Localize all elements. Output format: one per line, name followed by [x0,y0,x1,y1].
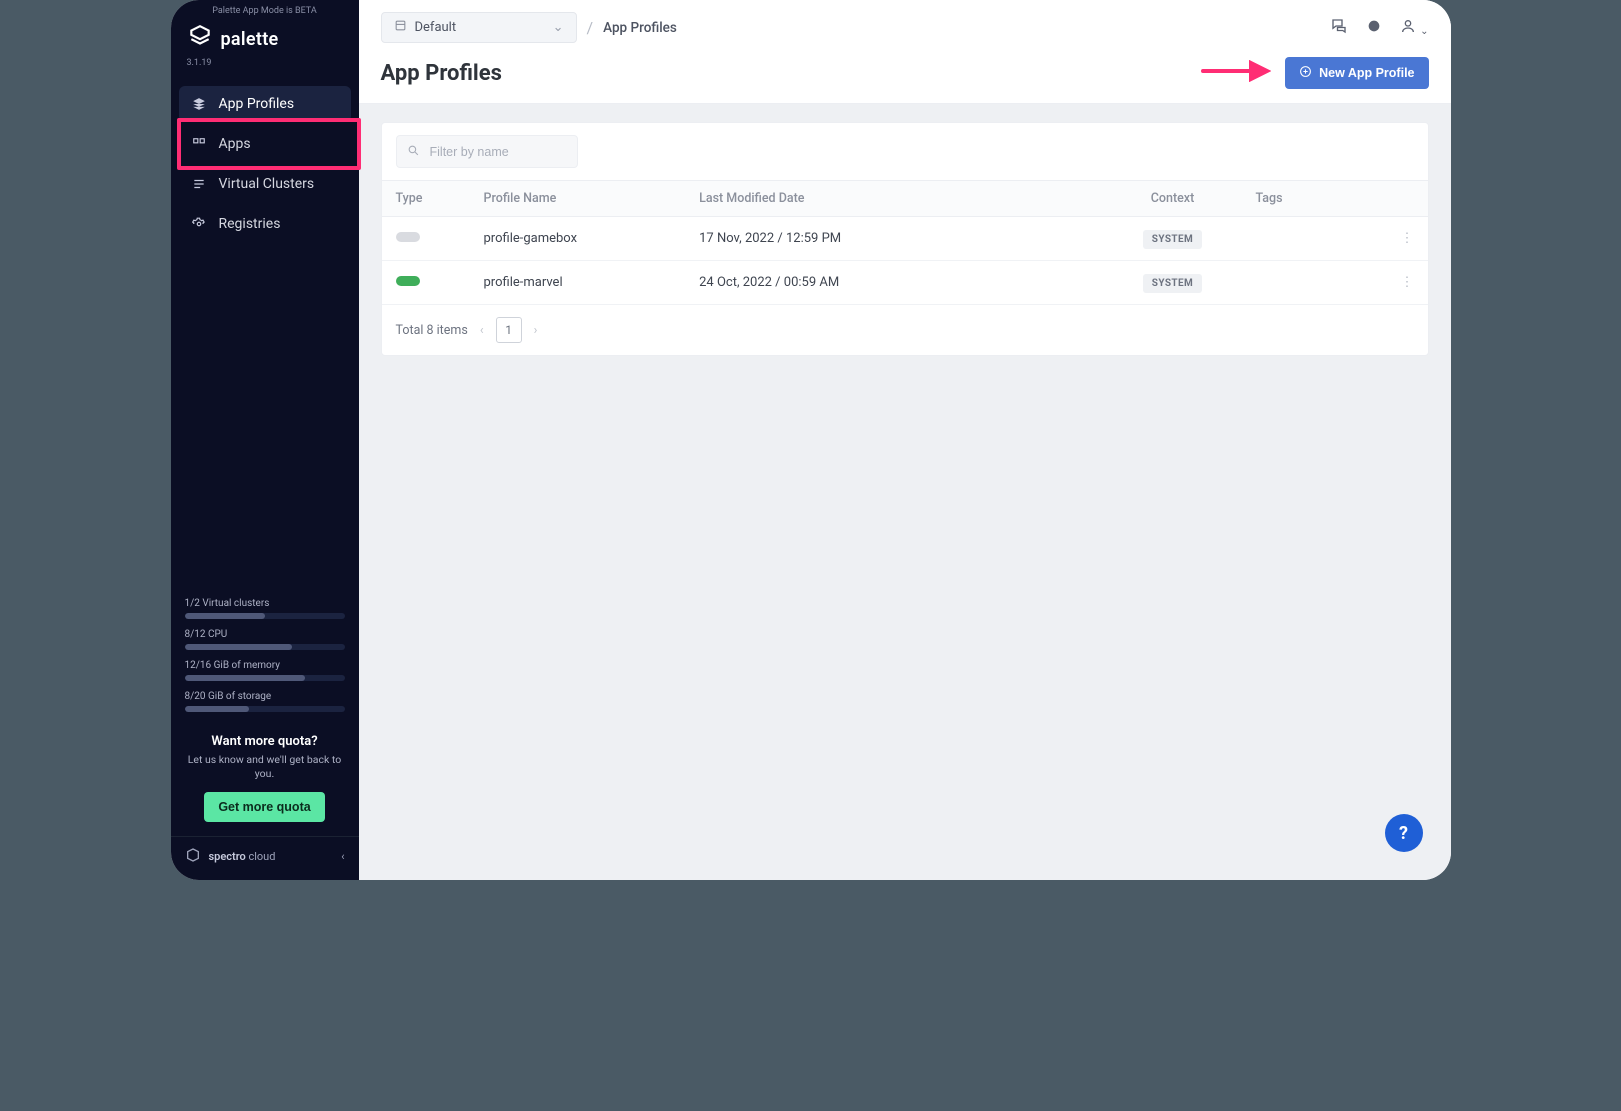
foot-brand-strong: spectro [209,850,246,863]
sidebar-item-label: Registries [219,216,281,232]
col-context[interactable]: Context [1104,181,1242,217]
beta-label: Palette App Mode is BETA [171,0,359,18]
annotation-arrow [1201,60,1271,86]
star-icon[interactable] [1366,18,1382,38]
sidebar-item-label: Apps [219,136,251,152]
sidebar-item-virtual-clusters[interactable]: Virtual Clusters [179,166,351,202]
quota-virtual-clusters: 1/2 Virtual clusters [185,598,345,619]
org-icon [394,19,407,36]
foot-brand-light: cloud [248,850,275,863]
user-menu[interactable]: ⌄ [1400,18,1428,38]
sidebar-item-label: Virtual Clusters [219,176,315,192]
modified-date: 17 Nov, 2022 / 12:59 PM [685,217,1103,261]
sidebar-item-registries[interactable]: Registries [179,206,351,242]
sidebar-item-label: App Profiles [219,96,295,112]
stack-icon [191,96,207,112]
search-icon [407,142,420,161]
chat-icon[interactable] [1330,17,1348,39]
table-row[interactable]: profile-gamebox 17 Nov, 2022 / 12:59 PM … [382,217,1428,261]
col-type[interactable]: Type [382,181,470,217]
apps-icon [191,136,207,152]
context-badge: SYSTEM [1143,230,1202,249]
version-label: 3.1.19 [171,56,359,80]
page-number[interactable]: 1 [496,317,522,343]
search-filter[interactable] [396,135,578,168]
profile-name: profile-gamebox [470,217,686,261]
search-input[interactable] [428,144,567,160]
collapse-sidebar-icon[interactable]: ‹ [341,850,344,863]
table-row[interactable]: profile-marvel 24 Oct, 2022 / 00:59 AM S… [382,261,1428,305]
new-app-profile-button[interactable]: New App Profile [1285,57,1428,89]
pagination-total: Total 8 items [396,323,468,338]
spectro-logo-icon [185,847,201,866]
page-title: App Profiles [381,61,502,86]
context-badge: SYSTEM [1143,274,1202,293]
more-quota-desc: Let us know and we'll get back to you. [181,753,349,782]
type-icon [396,232,420,242]
more-quota-title: Want more quota? [181,734,349,749]
col-tags[interactable]: Tags [1242,181,1360,217]
profile-name: profile-marvel [470,261,686,305]
project-selector-value: Default [415,20,457,35]
list-icon [191,176,207,192]
breadcrumb-sep: / [587,18,594,37]
modified-date: 24 Oct, 2022 / 00:59 AM [685,261,1103,305]
get-more-quota-button[interactable]: Get more quota [204,792,324,822]
next-page-icon[interactable]: › [534,323,538,338]
sidebar-item-app-profiles[interactable]: App Profiles [179,86,351,122]
prev-page-icon[interactable]: ‹ [480,323,484,338]
quota-cpu: 8/12 CPU [185,629,345,650]
palette-logo-icon [187,24,213,54]
plus-circle-icon [1299,65,1312,81]
col-name[interactable]: Profile Name [470,181,686,217]
row-actions-icon[interactable]: ⋮ [1360,261,1428,305]
gear-icon [191,216,207,232]
breadcrumb-current: App Profiles [603,20,677,36]
project-selector[interactable]: Default ⌄ [381,12,577,43]
chevron-down-icon: ⌄ [553,20,564,35]
row-actions-icon[interactable]: ⋮ [1360,217,1428,261]
brand-name: palette [221,29,279,50]
sidebar-item-apps[interactable]: Apps [179,126,351,162]
col-date[interactable]: Last Modified Date [685,181,1103,217]
help-button[interactable]: ? [1385,814,1423,852]
quota-memory: 12/16 GiB of memory [185,660,345,681]
quota-storage: 8/20 GiB of storage [185,691,345,712]
type-icon [396,276,420,286]
